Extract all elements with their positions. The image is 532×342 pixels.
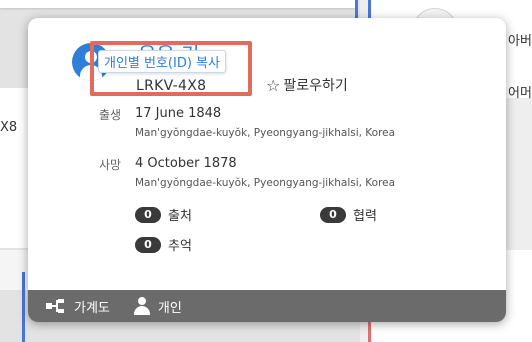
sources-link[interactable]: 0 출처: [135, 205, 192, 224]
person-page-label: 개인: [157, 300, 182, 316]
sources-count-badge: 0: [135, 206, 161, 223]
person-summary-popover: 유유 기 개인별 번호(ID) 복사 LRKV-4X8 ☆ 팔로우하기 출생 1…: [28, 18, 506, 322]
sources-label: 출처: [168, 209, 192, 224]
collaboration-count-badge: 0: [320, 206, 346, 223]
family-tree-button[interactable]: 가계도: [46, 297, 110, 316]
star-outline-icon: ☆: [266, 75, 281, 95]
birth-place: Man'gyŏngdae-kuyŏk, Pyeongyang-jikhalsi,…: [135, 127, 396, 139]
family-tree-label: 가계도: [74, 300, 110, 316]
background-label-id: X8: [0, 120, 18, 135]
follow-label: 팔로우하기: [283, 78, 348, 94]
death-date: 4 October 1878: [135, 156, 237, 171]
background-label-mother: 어머: [508, 86, 532, 101]
background-label-father: 아버: [508, 34, 532, 49]
memories-count-badge: 0: [135, 236, 161, 253]
background-card-left-lower: [0, 250, 30, 290]
background-card-top: [0, 0, 355, 8]
person-icon: [133, 297, 150, 315]
death-label: 사망: [99, 158, 122, 172]
memories-label: 추억: [168, 239, 192, 254]
family-tree-icon: [46, 298, 66, 314]
person-page-button[interactable]: 개인: [133, 297, 182, 316]
follow-button[interactable]: ☆ 팔로우하기: [266, 75, 348, 95]
birth-date: 17 June 1848: [135, 106, 222, 121]
background-accent-bar-lower: [22, 272, 25, 342]
highlight-box: [90, 41, 252, 96]
birth-label: 출생: [99, 108, 122, 122]
memories-link[interactable]: 0 추억: [135, 235, 192, 254]
popover-footer: 가계도 개인: [28, 290, 506, 322]
death-place: Man'gyŏngdae-kuyŏk, Pyeongyang-jikhalsi,…: [135, 177, 396, 189]
collaboration-label: 협력: [353, 209, 377, 224]
collaboration-link[interactable]: 0 협력: [320, 205, 377, 224]
